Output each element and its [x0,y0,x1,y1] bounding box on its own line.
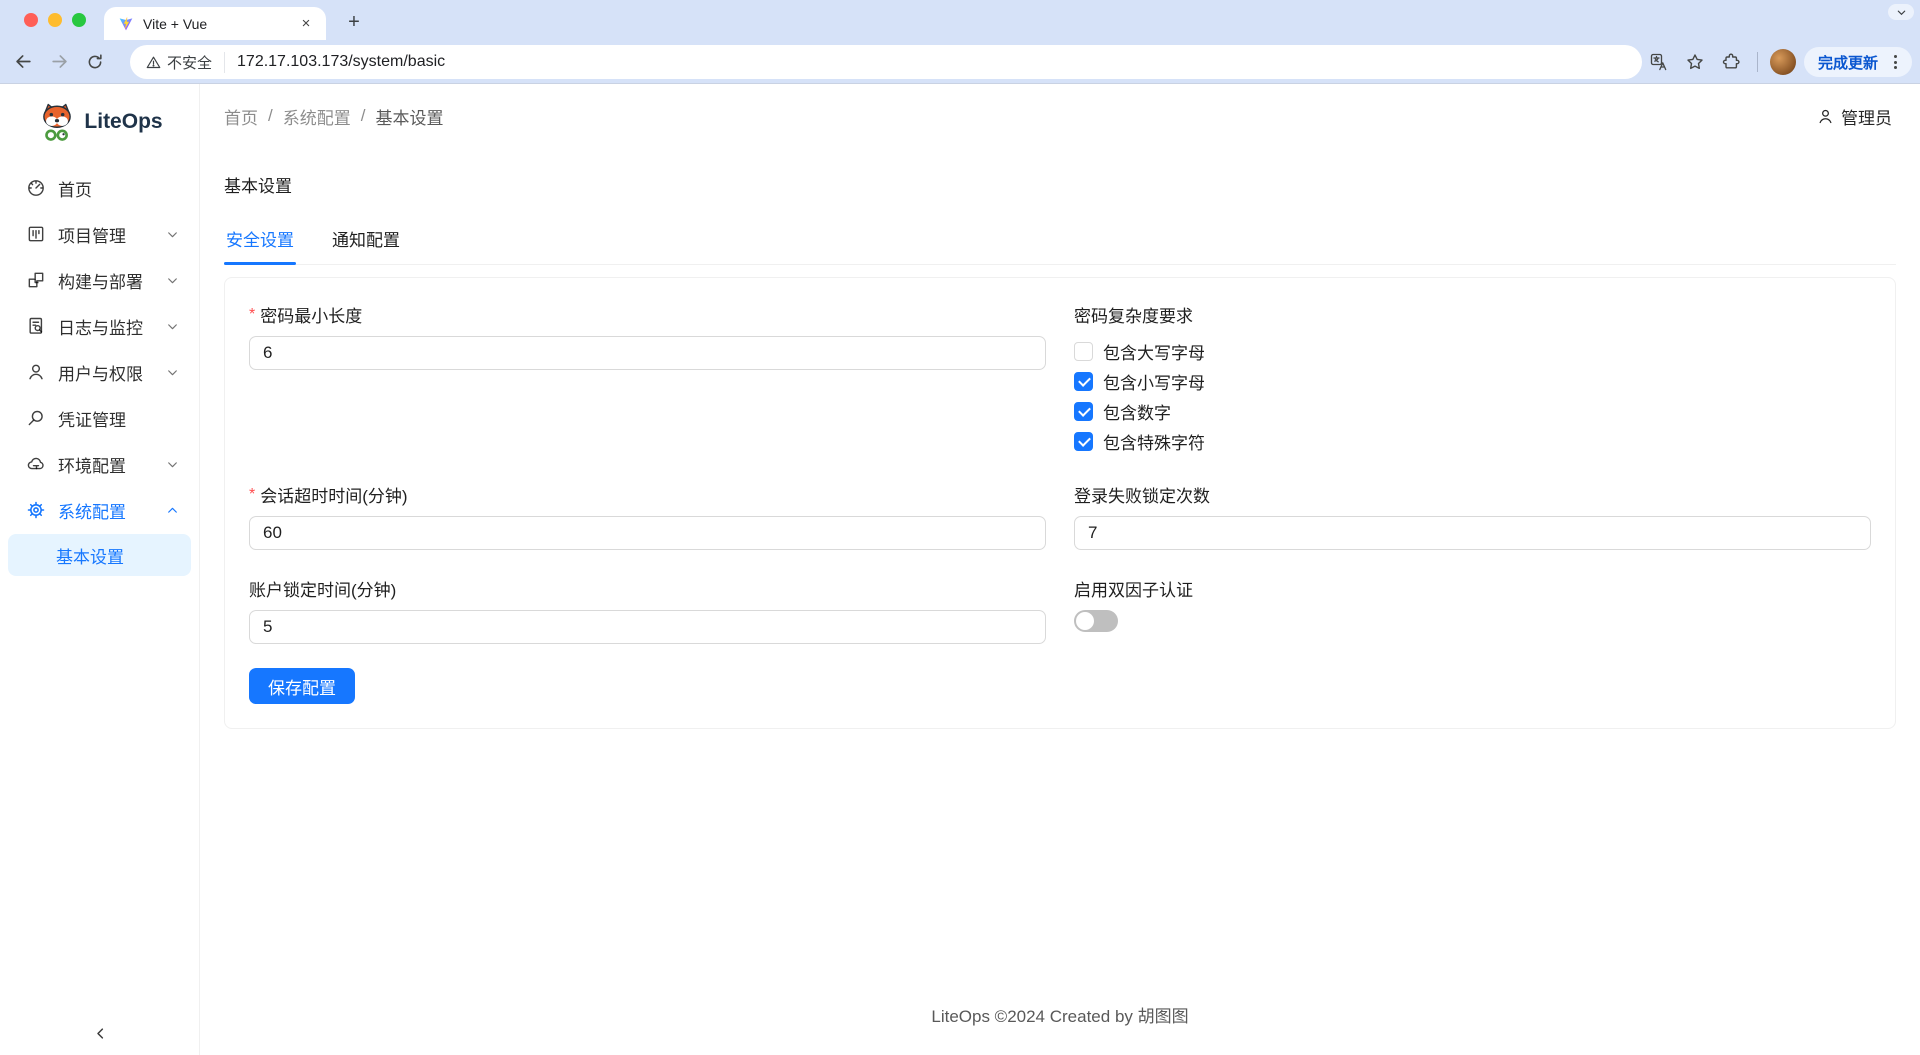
browser-chrome: Vite + Vue × + 不安全 172.17.103.173/system… [0,0,1920,84]
settings-card: 密码最小长度 密码复杂度要求 包含大写字母 包含小写字母 [224,277,1896,729]
brand: LiteOps [0,84,199,160]
content-area: 基本设置 安全设置 通知配置 密码最小长度 密码复杂度要求 [200,148,1920,1055]
account-lock-time-input[interactable] [249,610,1046,644]
sidebar-collapse-icon[interactable] [0,1026,200,1041]
page-header: 首页 / 系统配置 / 基本设置 管理员 [200,84,1920,148]
site-security-chip[interactable]: 不安全 [146,52,225,73]
search-icon [26,408,46,428]
window-controls[interactable] [24,13,86,27]
sidebar-item-logs-monitoring[interactable]: 日志与监控 [4,304,195,348]
breadcrumb-separator: / [268,106,273,126]
nav-menu: 首页 项目管理 构建与部署 [0,160,199,582]
extensions-puzzle-icon[interactable] [1717,48,1745,76]
toolbar-divider [1757,52,1758,72]
chevron-up-icon [166,504,179,517]
sidebar-item-home[interactable]: 首页 [4,166,195,210]
breadcrumb-home[interactable]: 首页 [224,104,258,129]
tab-title: Vite + Vue [143,16,296,32]
login-fail-lock-input[interactable] [1074,516,1871,550]
breadcrumb-basic-settings: 基本设置 [375,104,443,129]
browser-menu-icon[interactable] [1884,51,1906,73]
warning-icon [146,55,161,70]
url-text[interactable]: 172.17.103.173/system/basic [237,53,445,71]
sidebar-item-basic-settings[interactable]: 基本设置 [8,534,191,576]
translate-icon[interactable] [1645,48,1673,76]
two-factor-toggle[interactable] [1074,610,1118,632]
chevron-down-icon [166,320,179,333]
field-password-min-length: 密码最小长度 [249,302,1046,456]
checkbox-digits[interactable]: 包含数字 [1074,396,1871,426]
user-name: 管理员 [1841,104,1892,129]
checkbox-special-chars[interactable]: 包含特殊字符 [1074,426,1871,456]
checkbox-uppercase[interactable]: 包含大写字母 [1074,336,1871,366]
breadcrumb: 首页 / 系统配置 / 基本设置 [224,104,443,129]
field-login-fail-lock: 登录失败锁定次数 [1074,482,1871,550]
checkbox-checked-icon[interactable] [1074,372,1093,391]
tab-notification-config[interactable]: 通知配置 [330,217,402,264]
chevron-down-icon [166,274,179,287]
build-icon [26,270,46,290]
dashboard-icon [26,178,46,198]
browser-toolbar: 不安全 172.17.103.173/system/basic 完成更新 [0,40,1920,84]
session-timeout-input[interactable] [249,516,1046,550]
sidebar: LiteOps 首页 项目管理 [0,84,200,1055]
zoom-window-button[interactable] [72,13,86,27]
cloud-icon [26,454,46,474]
checkbox-icon[interactable] [1074,342,1093,361]
current-user[interactable]: 管理员 [1817,104,1892,129]
browser-tab[interactable]: Vite + Vue × [104,7,326,40]
sidebar-item-credentials[interactable]: 凭证管理 [4,396,195,440]
field-password-complexity: 密码复杂度要求 包含大写字母 包含小写字母 包含数字 [1074,302,1871,456]
checkbox-checked-icon[interactable] [1074,402,1093,421]
breadcrumb-system-config[interactable]: 系统配置 [283,104,351,129]
tab-strip: Vite + Vue × + [0,0,1920,40]
profile-avatar[interactable] [1770,49,1796,75]
sidebar-item-projects[interactable]: 项目管理 [4,212,195,256]
bookmark-star-icon[interactable] [1681,48,1709,76]
field-account-lock-time: 账户锁定时间(分钟) [249,576,1046,644]
password-min-length-input[interactable] [249,336,1046,370]
liteops-logo-icon [36,101,78,143]
checkbox-lowercase[interactable]: 包含小写字母 [1074,366,1871,396]
forward-icon[interactable] [44,47,74,77]
tab-close-icon[interactable]: × [296,14,316,34]
save-config-button[interactable]: 保存配置 [249,668,355,704]
tab-security-settings[interactable]: 安全设置 [224,217,296,264]
gear-icon [26,500,46,520]
breadcrumb-separator: / [361,106,366,126]
field-two-factor: 启用双因子认证 [1074,576,1871,644]
tab-search-icon[interactable] [1888,4,1914,20]
close-window-button[interactable] [24,13,38,27]
user-icon [26,362,46,382]
chevron-down-icon [166,228,179,241]
brand-name: LiteOps [84,110,162,134]
person-icon [1817,108,1834,125]
chevron-down-icon [166,366,179,379]
page-title: 基本设置 [224,172,1896,197]
field-session-timeout: 会话超时时间(分钟) [249,482,1046,550]
sidebar-item-users-permissions[interactable]: 用户与权限 [4,350,195,394]
url-bar[interactable]: 不安全 172.17.103.173/system/basic [130,45,1642,79]
reload-icon[interactable] [80,47,110,77]
checkbox-checked-icon[interactable] [1074,432,1093,451]
vite-logo-icon [118,16,134,32]
sidebar-item-system-config[interactable]: 系统配置 [4,488,195,532]
sidebar-item-build-deploy[interactable]: 构建与部署 [4,258,195,302]
sidebar-item-environments[interactable]: 环境配置 [4,442,195,486]
settings-tabs: 安全设置 通知配置 [224,217,1896,265]
minimize-window-button[interactable] [48,13,62,27]
chevron-down-icon [166,458,179,471]
project-icon [26,224,46,244]
new-tab-button[interactable]: + [340,9,368,37]
log-search-icon [26,316,46,336]
chrome-update-button[interactable]: 完成更新 [1804,47,1912,77]
back-icon[interactable] [8,47,38,77]
footer-text: LiteOps ©2024 Created by 胡图图 [224,988,1896,1031]
